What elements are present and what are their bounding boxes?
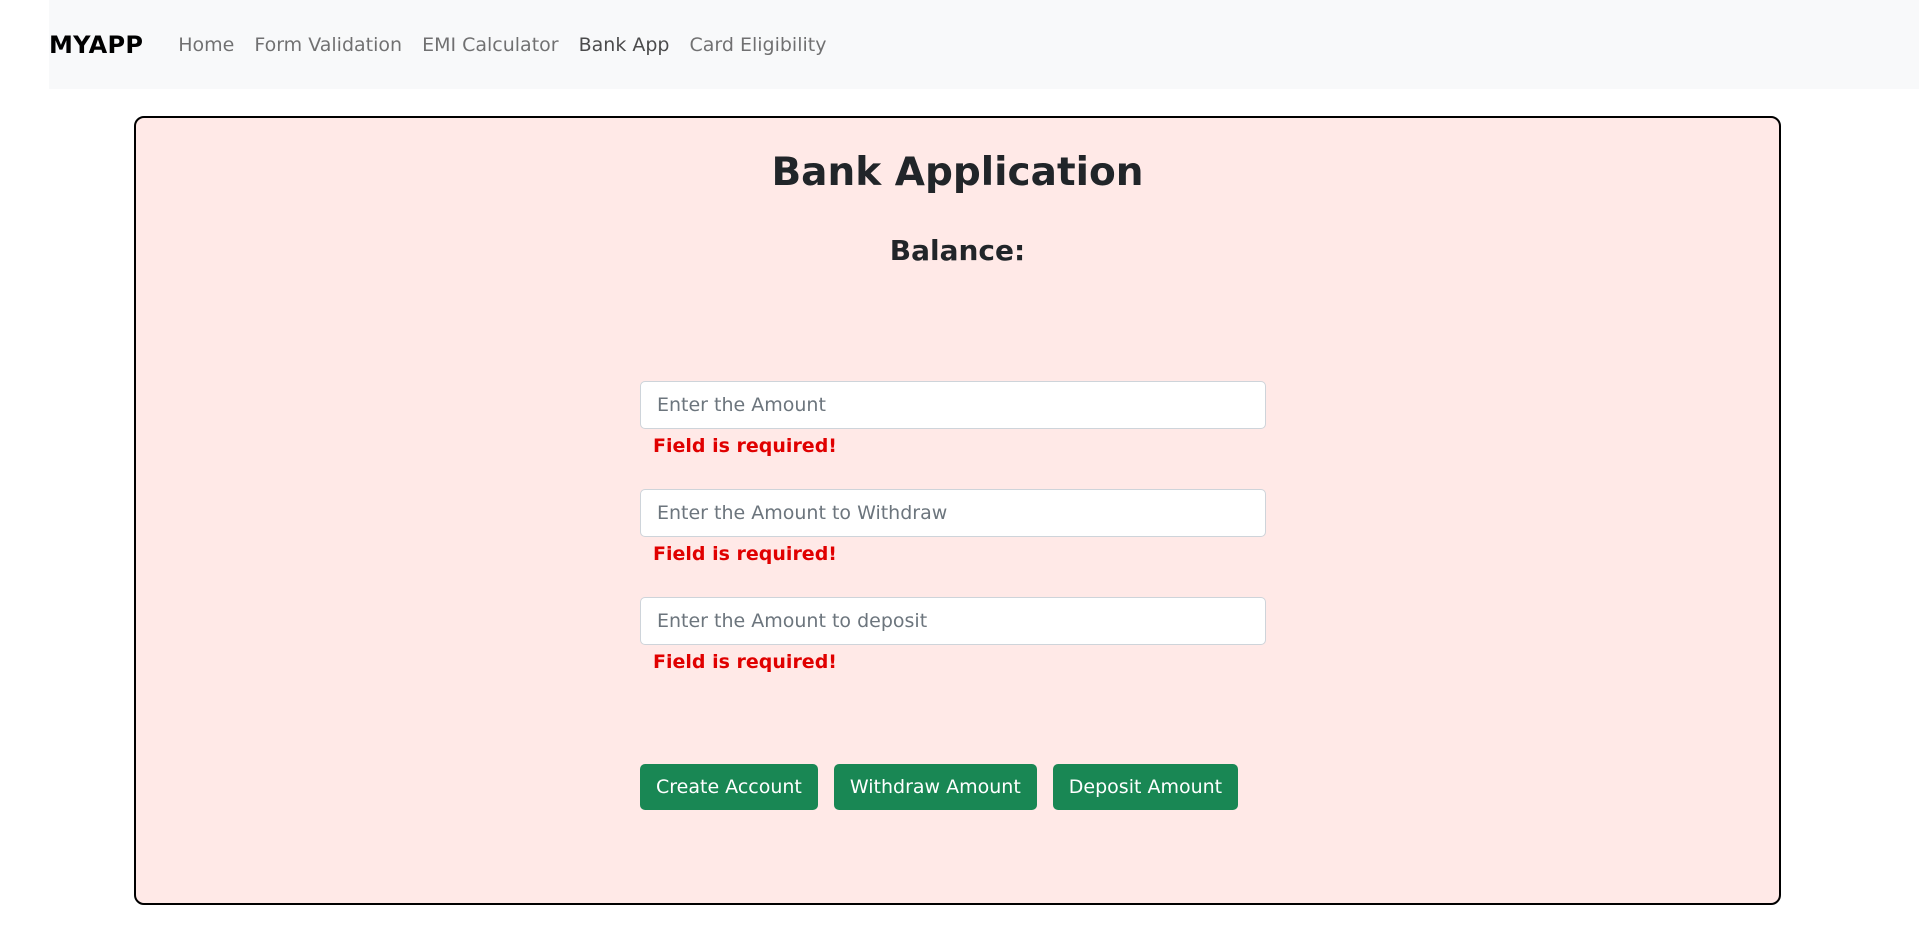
brand-logo[interactable]: MYAPP (49, 31, 143, 59)
deposit-amount-error: Field is required! (653, 651, 837, 673)
withdraw-amount-button[interactable]: Withdraw Amount (833, 764, 1037, 810)
deposit-amount-input[interactable] (640, 597, 1266, 645)
deposit-field-group: Field is required! (640, 597, 1266, 673)
balance-label: Balance: (889, 234, 1026, 267)
nav-link-bank-app[interactable]: Bank App (569, 34, 680, 56)
create-account-button[interactable]: Create Account (640, 764, 818, 810)
navbar: MYAPP Home Form Validation EMI Calculato… (49, 0, 1919, 89)
action-buttons: Create Account Withdraw Amount Deposit A… (640, 764, 1254, 810)
bank-application-card: Bank Application Balance: Field is requi… (134, 116, 1781, 905)
page-title: Bank Application (771, 150, 1144, 195)
nav-link-home[interactable]: Home (168, 34, 244, 56)
deposit-amount-button[interactable]: Deposit Amount (1052, 764, 1239, 810)
withdraw-field-group: Field is required! (640, 489, 1266, 565)
withdraw-amount-input[interactable] (640, 489, 1266, 537)
nav-link-card-eligibility[interactable]: Card Eligibility (679, 34, 836, 56)
amount-field-group: Field is required! (640, 381, 1266, 457)
withdraw-amount-error: Field is required! (653, 543, 837, 565)
nav-link-emi-calculator[interactable]: EMI Calculator (412, 34, 569, 56)
amount-error: Field is required! (653, 435, 837, 457)
amount-input[interactable] (640, 381, 1266, 429)
nav-links: Home Form Validation EMI Calculator Bank… (168, 34, 836, 56)
nav-link-form-validation[interactable]: Form Validation (244, 34, 412, 56)
